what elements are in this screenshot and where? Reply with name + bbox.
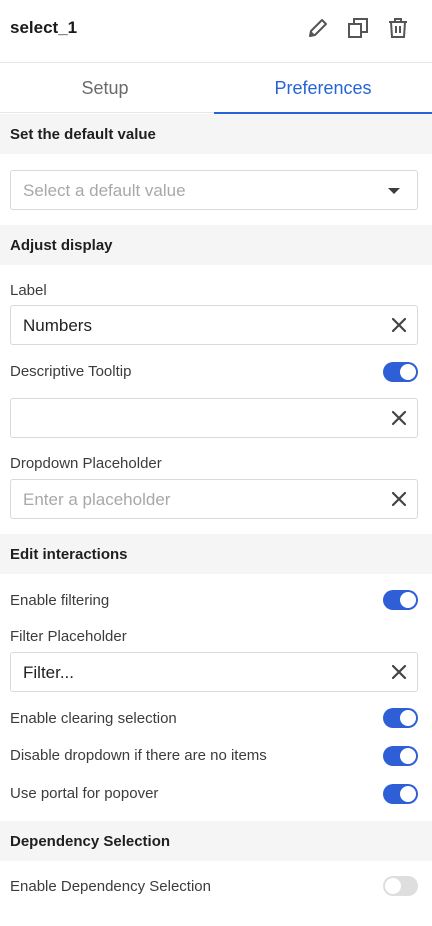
tab-preferences[interactable]: Preferences [214,63,432,114]
default-value-select[interactable]: Select a default value [10,170,418,210]
enable-filtering-label: Enable filtering [10,592,110,609]
filter-placeholder-label: Filter Placeholder [10,628,127,645]
chevron-down-icon [388,188,400,194]
toggle-knob [400,364,416,380]
clear-icon[interactable] [390,409,408,427]
dropdown-placeholder-hint: Enter a placeholder [23,490,171,509]
use-portal-toggle[interactable] [383,784,418,804]
label-input-value: Numbers [23,316,92,335]
trash-icon[interactable] [386,16,410,40]
label-field-label: Label [10,282,47,299]
toggle-knob [400,710,416,726]
descriptive-tooltip-toggle[interactable] [383,362,418,382]
tooltip-input[interactable] [10,398,418,438]
toggle-knob [400,786,416,802]
clear-icon[interactable] [390,316,408,334]
dropdown-placeholder-label: Dropdown Placeholder [10,455,162,472]
section-edit-interactions: Edit interactions [0,534,432,574]
edit-pencil-icon[interactable] [306,16,330,40]
section-title: Set the default value [10,126,156,143]
toggle-knob [400,592,416,608]
toggle-knob [400,748,416,764]
toggle-knob [385,878,401,894]
disable-dropdown-label: Disable dropdown if there are no items [10,747,267,764]
duplicate-icon[interactable] [346,16,370,40]
section-title: Dependency Selection [10,833,171,850]
clear-icon[interactable] [390,663,408,681]
tab-bar: Setup Preferences [0,63,432,114]
dropdown-placeholder-input[interactable]: Enter a placeholder [10,479,418,519]
section-title: Adjust display [10,237,113,254]
panel-header: select_1 [0,0,432,63]
enable-dependency-toggle[interactable] [383,876,418,896]
enable-dependency-label: Enable Dependency Selection [10,878,211,895]
descriptive-tooltip-label: Descriptive Tooltip [10,363,132,380]
clear-icon[interactable] [390,490,408,508]
label-input[interactable]: Numbers [10,305,418,345]
filter-placeholder-value: Filter... [23,663,75,682]
disable-dropdown-toggle[interactable] [383,746,418,766]
default-value-placeholder: Select a default value [23,181,186,200]
section-title: Edit interactions [10,546,128,563]
enable-clearing-label: Enable clearing selection [10,710,177,727]
enable-clearing-toggle[interactable] [383,708,418,728]
section-default-value: Set the default value [0,114,432,154]
section-dependency-selection: Dependency Selection [0,821,432,861]
section-adjust-display: Adjust display [0,225,432,265]
tab-setup[interactable]: Setup [0,63,210,113]
filter-placeholder-input[interactable]: Filter... [10,652,418,692]
enable-filtering-toggle[interactable] [383,590,418,610]
use-portal-label: Use portal for popover [10,785,159,802]
component-title: select_1 [10,18,78,37]
